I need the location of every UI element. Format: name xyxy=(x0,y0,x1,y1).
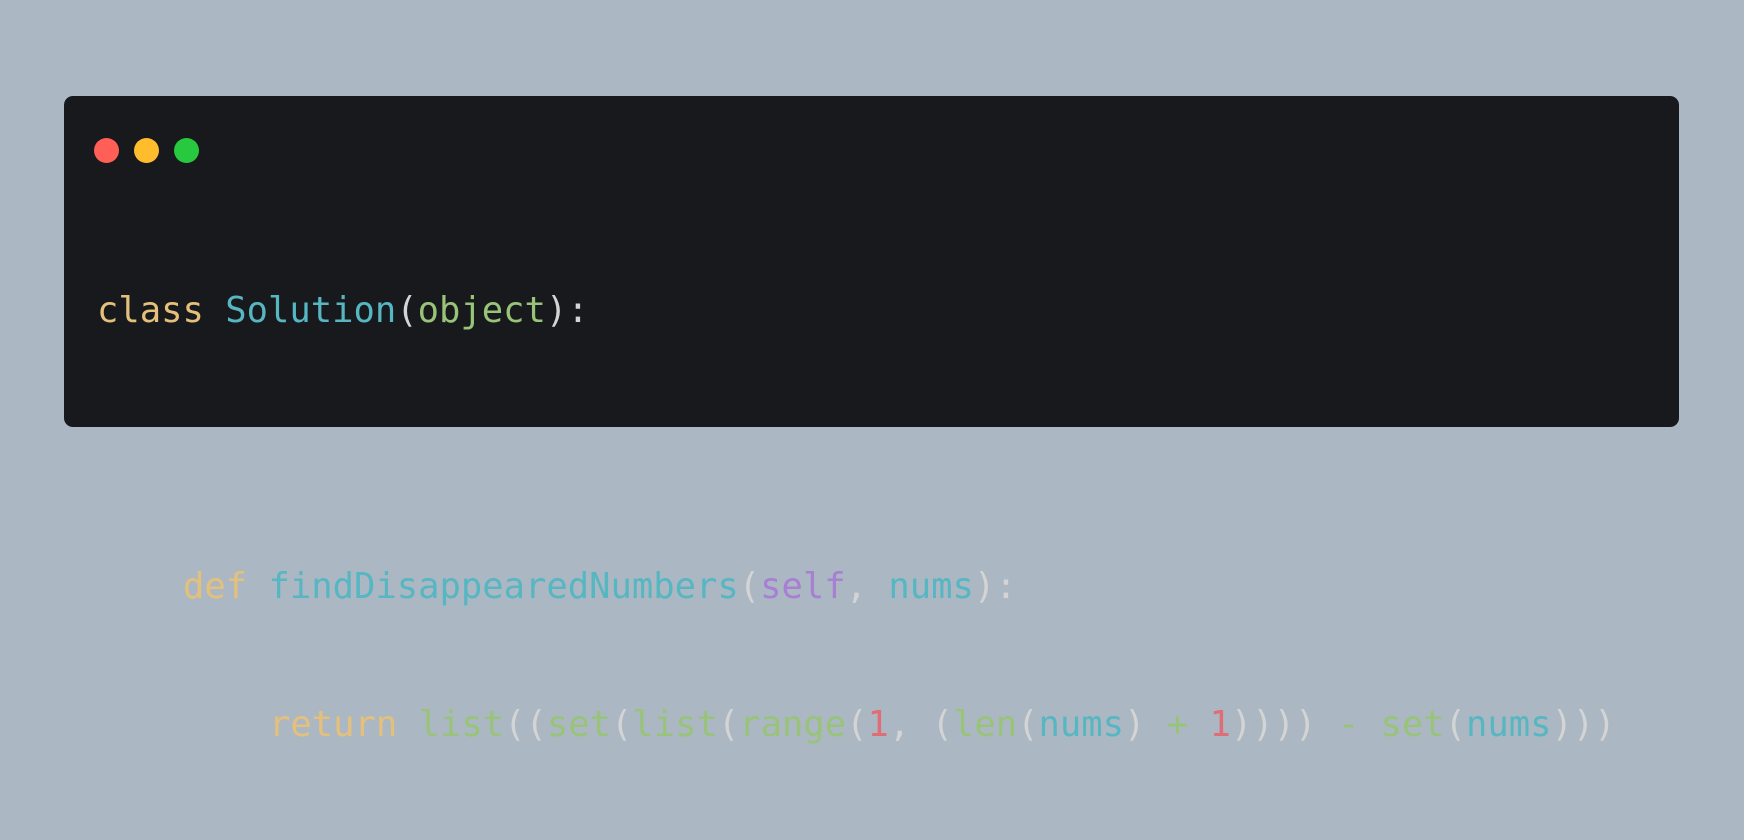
punctuation: ))) xyxy=(1551,704,1616,745)
code-line-1: class Solution(object): xyxy=(97,288,1616,334)
maximize-dot-icon[interactable] xyxy=(174,138,199,163)
punctuation: ): xyxy=(973,566,1017,607)
function-name: findDisappearedNumbers xyxy=(268,566,739,607)
punctuation: ( xyxy=(611,704,633,745)
parameter: nums xyxy=(888,566,974,607)
punctuation: ( xyxy=(1444,704,1466,745)
builtin-call: list xyxy=(632,704,718,745)
close-dot-icon[interactable] xyxy=(94,138,119,163)
builtin-call: len xyxy=(953,704,1018,745)
builtin-call: range xyxy=(739,704,847,745)
punctuation: (( xyxy=(504,704,547,745)
keyword-self: self xyxy=(760,566,846,607)
variable: nums xyxy=(1466,704,1552,745)
code-line-3: return list((set(list(range(1, (len(nums… xyxy=(97,702,1616,748)
punctuation: ( xyxy=(738,566,761,607)
punctuation: ): xyxy=(545,290,589,331)
keyword-def: def xyxy=(183,566,248,607)
operator-minus: - xyxy=(1337,704,1360,745)
number-literal: 1 xyxy=(867,704,889,745)
keyword-class: class xyxy=(97,290,204,331)
operator-plus: + xyxy=(1166,704,1189,745)
punctuation: ( xyxy=(846,704,868,745)
window-controls xyxy=(94,138,199,163)
base-class: object xyxy=(417,290,546,331)
builtin-call: list xyxy=(418,704,505,745)
punctuation: ) xyxy=(1124,704,1167,745)
punctuation: , xyxy=(845,566,889,607)
punctuation: ( xyxy=(396,290,418,331)
keyword-return: return xyxy=(269,704,398,745)
builtin-call: set xyxy=(546,704,611,745)
variable: nums xyxy=(1038,704,1125,745)
code-block: class Solution(object): def findDisappea… xyxy=(97,196,1616,840)
class-name: Solution xyxy=(225,290,397,331)
builtin-call: set xyxy=(1380,704,1445,745)
punctuation: ( xyxy=(717,704,740,745)
punctuation: )))) xyxy=(1230,704,1338,745)
punctuation: , ( xyxy=(888,704,953,745)
minimize-dot-icon[interactable] xyxy=(134,138,159,163)
code-line-2: def findDisappearedNumbers(self, nums): xyxy=(97,564,1616,610)
code-window: class Solution(object): def findDisappea… xyxy=(64,96,1679,745)
punctuation: ( xyxy=(1017,704,1039,745)
number-literal: 1 xyxy=(1209,704,1231,745)
